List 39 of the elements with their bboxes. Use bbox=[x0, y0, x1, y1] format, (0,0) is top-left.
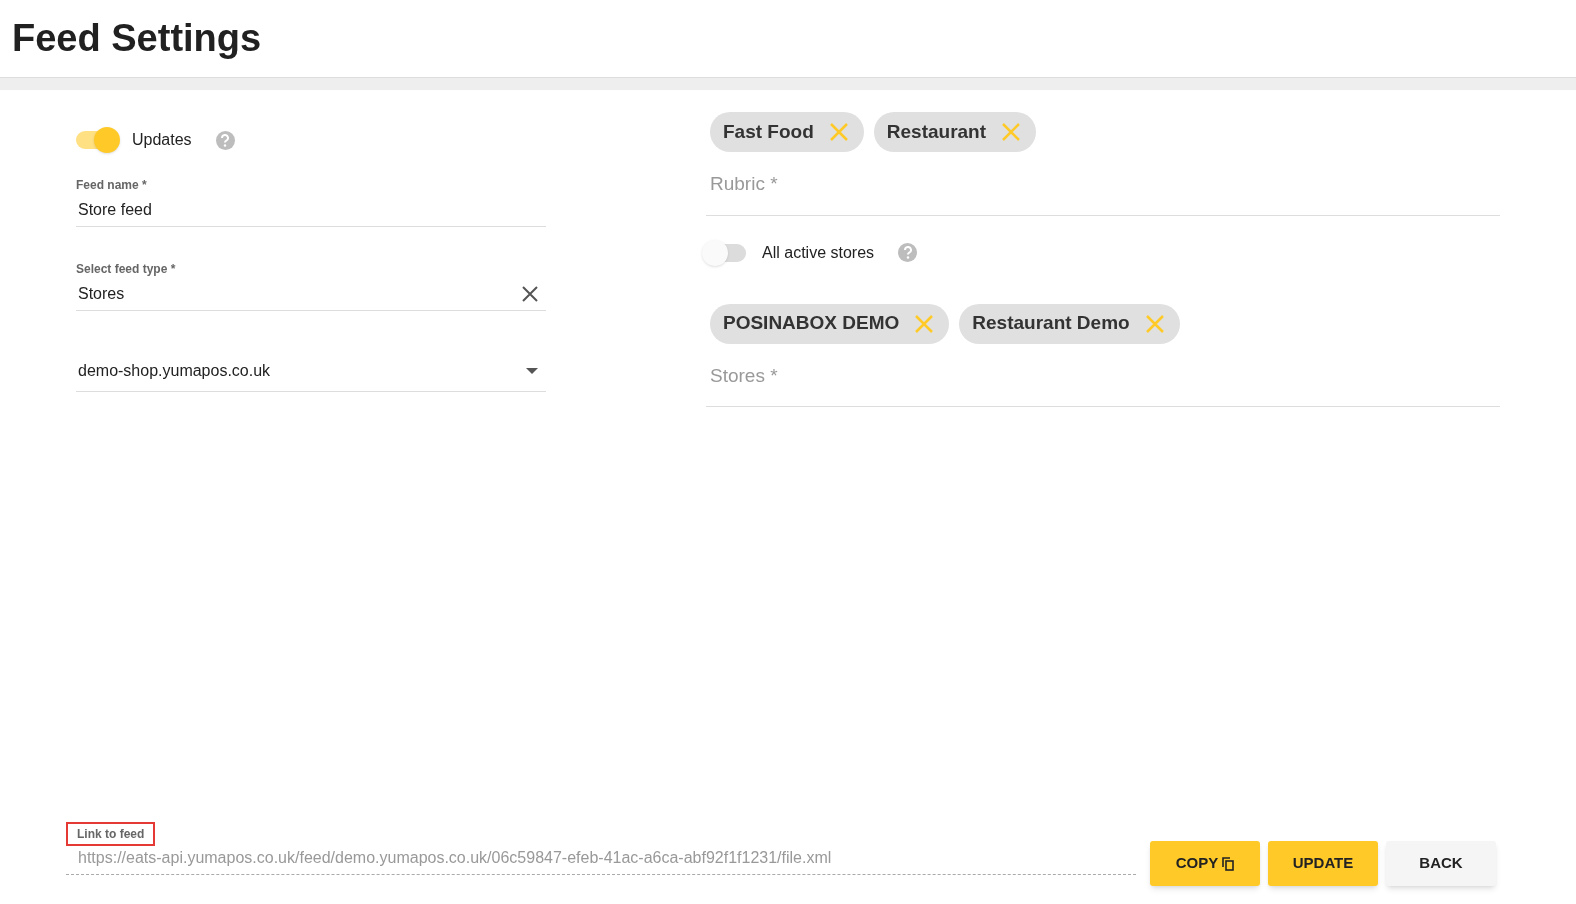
tag-chip[interactable]: Fast Food bbox=[710, 112, 864, 152]
field-label: Feed name * bbox=[76, 177, 148, 194]
feed-name-field[interactable]: Feed name * Store feed bbox=[76, 176, 546, 227]
toggle-label: All active stores bbox=[762, 242, 875, 263]
tag-chip[interactable]: Restaurant bbox=[873, 112, 1037, 152]
copy-icon bbox=[1222, 856, 1235, 871]
remove-icon[interactable] bbox=[1145, 314, 1164, 333]
page-title: Feed Settings bbox=[12, 16, 262, 61]
help-icon[interactable] bbox=[215, 130, 235, 150]
stores-field[interactable]: POSINABOX DEMO Restaurant Demo Stores * bbox=[706, 303, 1500, 407]
field-value: https://eats-api.yumapos.co.uk/feed/demo.yumapos.co.uk/06c59847-efeb-41ac-a6ca-abf92f1f1231/file.xml bbox=[78, 848, 833, 868]
field-label: Link to feed bbox=[66, 822, 156, 846]
field-value: Store feed bbox=[78, 200, 153, 220]
chip-label: Restaurant bbox=[886, 119, 987, 144]
back-button[interactable]: BACK bbox=[1386, 841, 1496, 886]
tag-chip[interactable]: Restaurant Demo bbox=[959, 303, 1180, 344]
field-label: Select feed type * bbox=[76, 261, 177, 278]
update-button[interactable]: UPDATE bbox=[1268, 841, 1378, 886]
remove-icon[interactable] bbox=[1002, 123, 1021, 141]
feed-link-field[interactable]: Link to feed https://eats-api.yumapos.co.uk/feed/demo.yumapos.co.uk/06c59847-efeb-41ac-a6ca-abf92f1f1231/file.xml bbox=[66, 822, 1136, 875]
chip-label: POSINABOX DEMO bbox=[723, 311, 900, 336]
feed-type-field[interactable]: Select feed type * Stores bbox=[76, 260, 546, 311]
help-icon[interactable] bbox=[898, 243, 918, 262]
dropdown-caret-icon bbox=[526, 368, 538, 374]
remove-icon[interactable] bbox=[829, 123, 848, 141]
rubric-field[interactable]: Fast Food Restaurant Rubric * bbox=[706, 112, 1500, 216]
field-value: Stores bbox=[78, 284, 126, 304]
chip-label: Restaurant Demo bbox=[972, 311, 1130, 336]
copy-button[interactable]: COPY bbox=[1150, 841, 1260, 886]
remove-icon[interactable] bbox=[915, 314, 934, 333]
select-value: demo-shop.yumapos.co.uk bbox=[78, 361, 272, 381]
tag-chip[interactable]: POSINABOX DEMO bbox=[710, 303, 950, 344]
chip-label: Fast Food bbox=[723, 119, 814, 144]
field-placeholder: Stores * bbox=[710, 363, 779, 388]
domain-select[interactable]: demo-shop.yumapos.co.uk bbox=[76, 359, 546, 392]
toggle-switch[interactable] bbox=[76, 127, 120, 153]
clear-icon[interactable] bbox=[522, 286, 538, 302]
toggle-label: Updates bbox=[132, 130, 192, 150]
field-placeholder: Rubric * bbox=[710, 172, 779, 196]
